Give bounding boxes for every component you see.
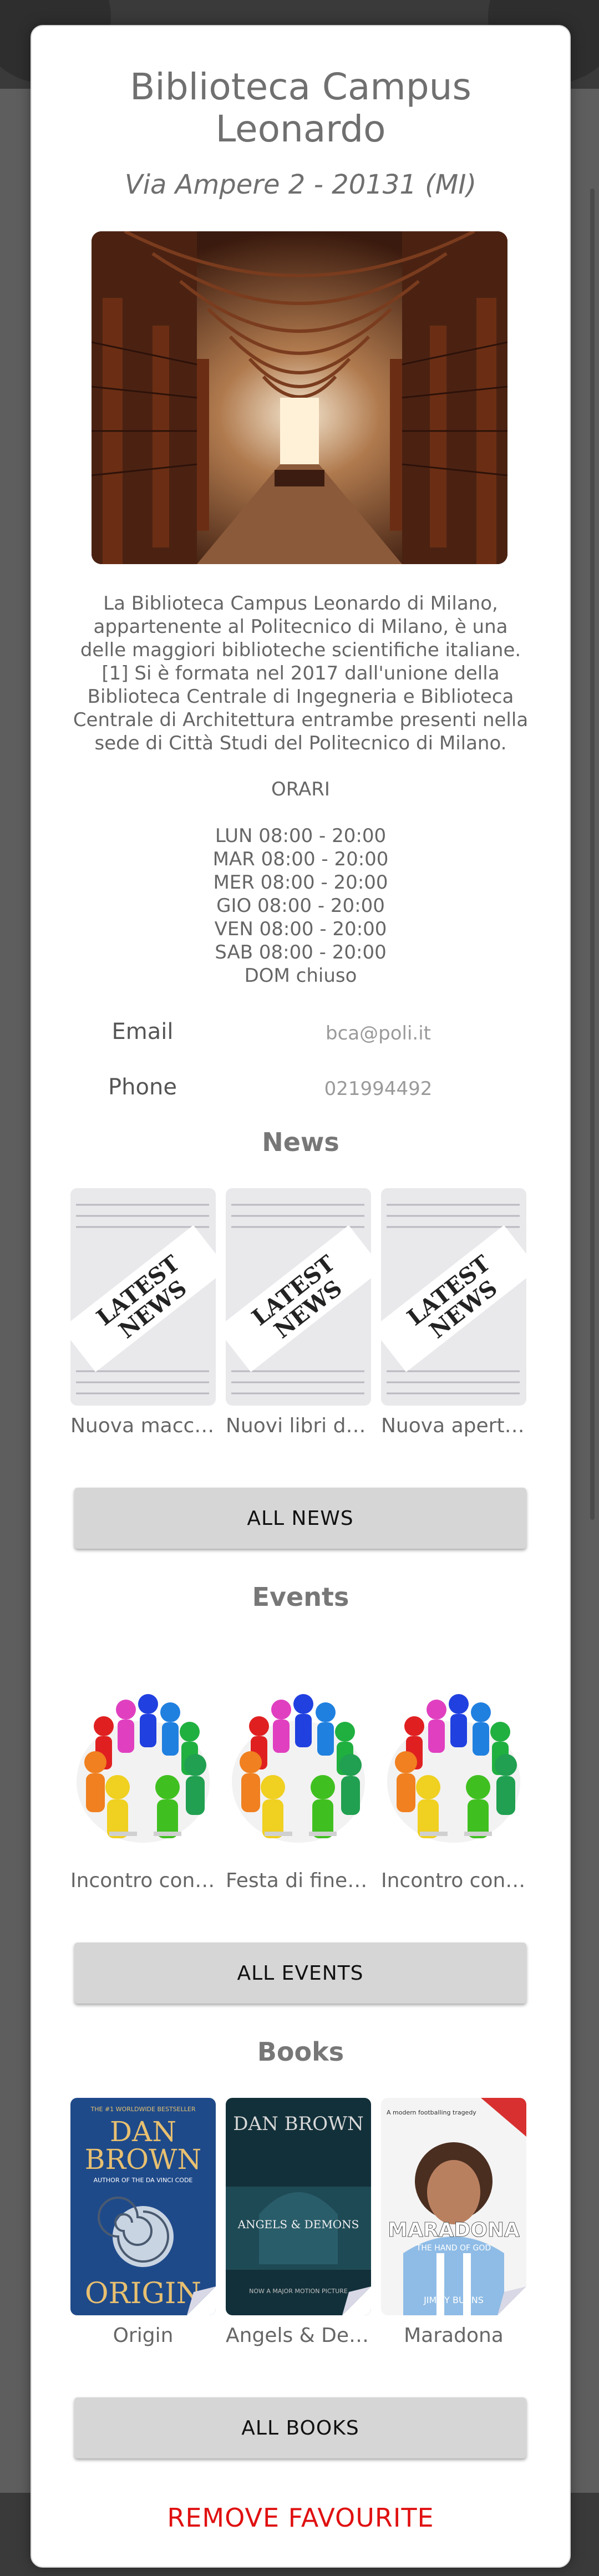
news-item-label: Nuova macchi... xyxy=(70,1414,216,1437)
book-card[interactable]: DAN BROWN ANGELS & DEMONS NOW A MAJOR MO… xyxy=(226,2098,371,2347)
all-books-button[interactable]: ALL BOOKS xyxy=(74,2397,526,2458)
email-value[interactable]: bca@poli.it xyxy=(309,1022,448,1044)
angels-cover-author: DAN BROWN xyxy=(233,2113,364,2135)
event-card[interactable]: Festa di fine a... xyxy=(226,1643,371,1892)
all-news-button[interactable]: ALL NEWS xyxy=(74,1488,526,1549)
people-circle-image xyxy=(381,1643,526,1860)
hours-heading: ORARI xyxy=(271,778,330,800)
library-hall-image xyxy=(92,231,507,564)
hours-wednesday: MER 08:00 - 20:00 xyxy=(213,871,388,894)
phone-value[interactable]: 021994492 xyxy=(309,1078,448,1100)
event-item-label: Incontro con a... xyxy=(70,1869,216,1892)
news-item-label: Nuova apertura xyxy=(381,1414,526,1437)
latest-news-image: LATEST NEWS xyxy=(70,1188,216,1406)
event-item-label: Incontro con a... xyxy=(381,1869,526,1892)
news-card[interactable]: LATEST NEWS Nuova apertura xyxy=(381,1188,526,1437)
hours-thursday: GIO 08:00 - 20:00 xyxy=(216,895,385,917)
event-item-label: Festa di fine a... xyxy=(226,1869,371,1892)
email-row: Email bca@poli.it xyxy=(87,1019,520,1052)
maradona-cover-title: MARADONA xyxy=(388,2219,520,2242)
event-card[interactable]: Incontro con a... xyxy=(70,1643,216,1892)
hours-monday: LUN 08:00 - 20:00 xyxy=(215,825,387,847)
news-card[interactable]: LATEST NEWS Nuovi libri dis... xyxy=(226,1188,371,1437)
angels-cover-title: ANGELS & DEMONS xyxy=(237,2218,359,2231)
email-label: Email xyxy=(111,1019,174,1044)
maradona-cover-author: JIMMY BURNS xyxy=(423,2295,484,2305)
library-photo xyxy=(92,231,507,564)
book-card[interactable]: A modern footballing tragedy MARADONA TH… xyxy=(381,2098,526,2347)
origin-cover-tagline: THE #1 WORLDWIDE BESTSELLER xyxy=(90,2106,196,2113)
phone-row: Phone 021994492 xyxy=(87,1074,520,1108)
book-item-label: Angels & Dem... xyxy=(226,2324,371,2347)
origin-cover-subtitle: AUTHOR OF THE DA VINCI CODE xyxy=(94,2177,193,2184)
library-detail-dialog: Biblioteca Campus Leonardo Via Ampere 2 … xyxy=(31,25,571,2568)
library-address: Via Ampere 2 - 20131 (MI) xyxy=(124,169,477,200)
book-item-label: Maradona xyxy=(404,2324,504,2347)
library-description: La Biblioteca Campus Leonardo di Milano,… xyxy=(73,592,529,754)
latest-news-image: LATEST NEWS xyxy=(381,1188,526,1406)
hours-sunday: DOM chiuso xyxy=(244,965,357,987)
people-circle-image xyxy=(70,1643,216,1860)
book-cover-maradona: A modern footballing tragedy MARADONA TH… xyxy=(381,2098,526,2315)
maradona-cover-tagline: A modern footballing tragedy xyxy=(387,2109,476,2116)
library-name: Biblioteca Campus Leonardo xyxy=(130,65,471,150)
maradona-cover-subtitle: THE HAND OF GOD xyxy=(416,2244,491,2253)
news-section-title: News xyxy=(262,1127,339,1157)
event-card[interactable]: Incontro con a... xyxy=(381,1643,526,1892)
origin-cover-title: ORIGIN xyxy=(85,2277,201,2310)
remove-favourite-button[interactable]: REMOVE FAVOURITE xyxy=(32,2503,570,2533)
all-events-button[interactable]: ALL EVENTS xyxy=(74,1943,526,2004)
people-circle-image xyxy=(226,1643,371,1860)
phone-label: Phone xyxy=(108,1074,177,1100)
book-item-label: Origin xyxy=(113,2324,174,2347)
news-card[interactable]: LATEST NEWS Nuova macchi... xyxy=(70,1188,216,1437)
background-scrollbar xyxy=(590,189,595,1520)
hours-tuesday: MAR 08:00 - 20:00 xyxy=(212,848,389,870)
books-section-title: Books xyxy=(257,2037,344,2067)
events-section-title: Events xyxy=(252,1582,349,1612)
origin-cover-author-2: BROWN xyxy=(85,2143,202,2176)
book-cover-origin: THE #1 WORLDWIDE BESTSELLER DAN BROWN AU… xyxy=(70,2098,216,2315)
latest-news-image: LATEST NEWS xyxy=(226,1188,371,1406)
news-item-label: Nuovi libri dis... xyxy=(226,1414,371,1437)
book-cover-angels-demons: DAN BROWN ANGELS & DEMONS NOW A MAJOR MO… xyxy=(226,2098,371,2315)
opening-hours: ORARI LUN 08:00 - 20:00 MAR 08:00 - 20:0… xyxy=(134,778,467,987)
hours-friday: VEN 08:00 - 20:00 xyxy=(214,918,387,940)
book-card[interactable]: THE #1 WORLDWIDE BESTSELLER DAN BROWN AU… xyxy=(70,2098,216,2347)
hours-saturday: SAB 08:00 - 20:00 xyxy=(215,941,387,964)
angels-cover-footer: NOW A MAJOR MOTION PICTURE xyxy=(249,2288,348,2295)
